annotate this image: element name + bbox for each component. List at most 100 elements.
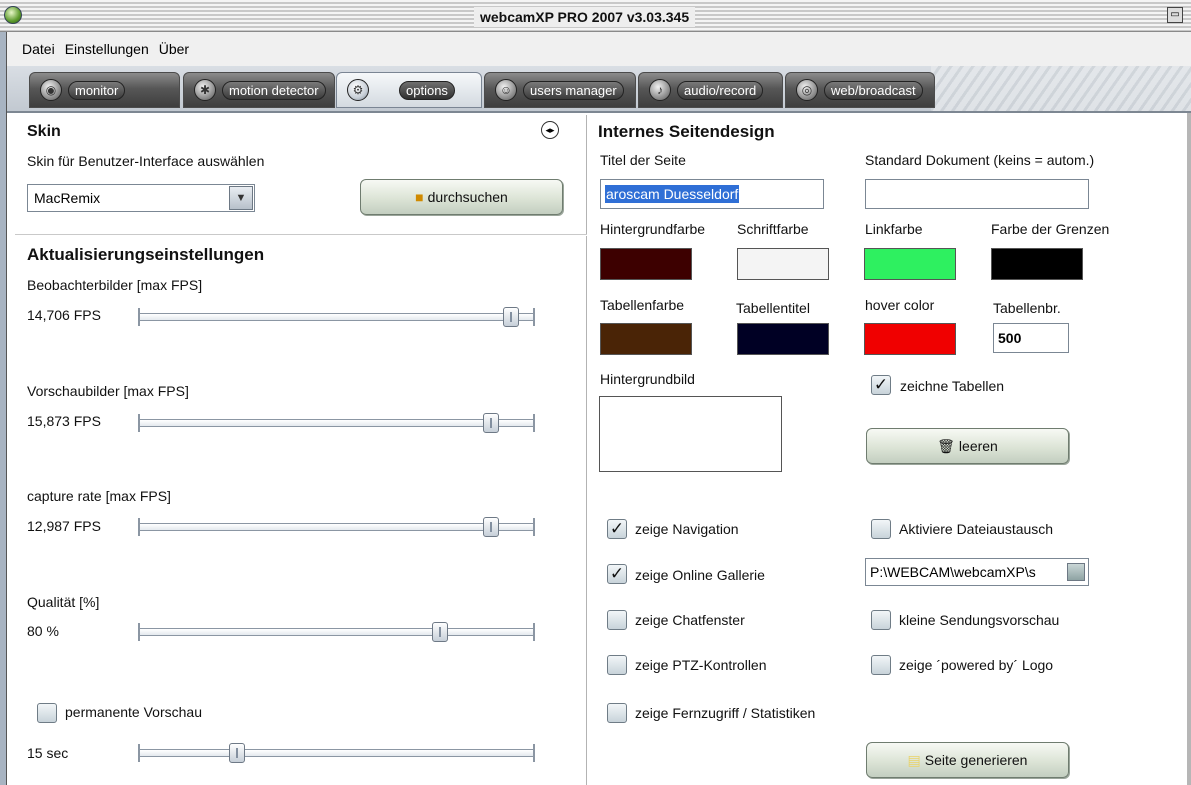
option-label: zeige PTZ-Kontrollen bbox=[635, 657, 767, 673]
color-label: hover color bbox=[865, 297, 935, 313]
table-title-color-swatch[interactable] bbox=[737, 323, 829, 355]
broadcast-icon: ◎ bbox=[796, 79, 818, 101]
right-panel: Internes Seitendesign Titel der Seite ar… bbox=[588, 115, 1188, 785]
show-gallery-checkbox[interactable]: ✓ bbox=[607, 564, 627, 584]
permanent-preview-checkbox[interactable] bbox=[37, 703, 57, 723]
permanent-preview-label: permanente Vorschau bbox=[65, 704, 202, 720]
draw-tables-label: zeichne Tabellen bbox=[900, 378, 1005, 394]
table-width-input[interactable]: 500 bbox=[993, 323, 1069, 353]
table-color-swatch[interactable] bbox=[600, 323, 692, 355]
color-label: Farbe der Grenzen bbox=[991, 221, 1110, 237]
webcam-icon: ◉ bbox=[40, 79, 62, 101]
browse-button[interactable]: ■ durchsuchen bbox=[360, 179, 563, 215]
users-icon: ☺ bbox=[495, 79, 517, 101]
tab-web-broadcast[interactable]: ◎ web/broadcast bbox=[785, 72, 935, 108]
color-label: Tabellenfarbe bbox=[600, 297, 685, 313]
slider-thumb[interactable] bbox=[483, 517, 500, 537]
slider-value: 12,987 FPS bbox=[27, 518, 101, 534]
tab-label: options bbox=[399, 80, 455, 100]
pages-icon: ▤ bbox=[907, 751, 921, 768]
option-label: Aktiviere Dateiaustausch bbox=[899, 521, 1054, 537]
window-title: webcamXP PRO 2007 v3.03.345 bbox=[474, 7, 696, 27]
file-sharing-checkbox[interactable] bbox=[871, 519, 891, 539]
tab-users-manager[interactable]: ☺ users manager bbox=[484, 72, 636, 108]
share-path-input[interactable]: P:\WEBCAM\webcamXP\s bbox=[865, 558, 1089, 586]
tab-label: motion detector bbox=[222, 80, 326, 100]
bg-image-label: Hintergrundbild bbox=[600, 371, 695, 387]
page-title-input[interactable]: aroscam Duesseldorf bbox=[600, 179, 824, 209]
tab-bar: ◉ monitor ✱ motion detector ⚙ options ☺ … bbox=[7, 66, 1191, 113]
slider-label: capture rate [max FPS] bbox=[27, 488, 171, 504]
slider-end bbox=[138, 623, 140, 641]
slider-end bbox=[138, 308, 140, 326]
background-color-swatch[interactable] bbox=[600, 248, 692, 280]
title-bar: webcamXP PRO 2007 v3.03.345 ▭ bbox=[0, 0, 1191, 32]
slider-thumb[interactable] bbox=[503, 307, 520, 327]
menu-ueber[interactable]: Über bbox=[159, 41, 189, 57]
slider-end bbox=[533, 308, 535, 326]
slider-thumb[interactable] bbox=[431, 622, 448, 642]
show-navigation-checkbox[interactable]: ✓ bbox=[607, 519, 627, 539]
default-doc-input[interactable] bbox=[865, 179, 1089, 209]
menu-einstellungen[interactable]: Einstellungen bbox=[65, 41, 149, 57]
folder-icon: ■ bbox=[415, 189, 424, 205]
clear-button[interactable]: 🗑 leeren bbox=[866, 428, 1069, 464]
skin-select[interactable]: MacRemix ▼ bbox=[27, 184, 255, 212]
slider-track bbox=[138, 419, 535, 427]
beobachterbilder-slider[interactable] bbox=[138, 306, 535, 328]
bg-image-preview[interactable] bbox=[599, 396, 782, 472]
vorschaubilder-slider[interactable] bbox=[138, 412, 535, 434]
tab-bar-decoration bbox=[931, 66, 1191, 111]
app-logo-icon[interactable] bbox=[4, 6, 22, 24]
font-color-swatch[interactable] bbox=[737, 248, 829, 280]
bug-icon: ✱ bbox=[194, 79, 216, 101]
update-section-title: Aktualisierungseinstellungen bbox=[27, 245, 265, 264]
divider bbox=[15, 234, 587, 236]
border-color-swatch[interactable] bbox=[991, 248, 1083, 280]
menu-bar: Datei Einstellungen Über bbox=[7, 32, 1191, 66]
slider-track bbox=[138, 523, 535, 531]
preview-interval-slider[interactable] bbox=[138, 742, 535, 764]
slider-end bbox=[138, 518, 140, 536]
trash-icon: 🗑 bbox=[937, 437, 955, 454]
page-title-label: Titel der Seite bbox=[600, 152, 686, 168]
slider-thumb[interactable] bbox=[229, 743, 246, 763]
window-restore-icon[interactable]: ▭ bbox=[1167, 7, 1183, 23]
slider-end bbox=[533, 518, 535, 536]
qualitaet-slider[interactable] bbox=[138, 621, 535, 643]
generate-page-button[interactable]: ▤ Seite generieren bbox=[866, 742, 1069, 778]
default-doc-label: Standard Dokument (keins = autom.) bbox=[865, 152, 1095, 168]
link-color-swatch[interactable] bbox=[864, 248, 956, 280]
small-preview-checkbox[interactable] bbox=[871, 610, 891, 630]
tab-label: monitor bbox=[68, 80, 126, 100]
show-chat-checkbox[interactable] bbox=[607, 610, 627, 630]
speaker-icon: ♪ bbox=[649, 79, 671, 101]
option-label: zeige Navigation bbox=[635, 521, 739, 537]
tab-audio-record[interactable]: ♪ audio/record bbox=[638, 72, 783, 108]
chevron-down-icon[interactable]: ▼ bbox=[229, 186, 253, 210]
collapse-arrows-icon[interactable]: ◂▸ bbox=[541, 121, 559, 139]
show-remote-stats-checkbox[interactable] bbox=[607, 703, 627, 723]
slider-thumb[interactable] bbox=[483, 413, 500, 433]
slider-value: 14,706 FPS bbox=[27, 307, 101, 323]
option-label: zeige Online Gallerie bbox=[635, 567, 765, 583]
powered-by-checkbox[interactable] bbox=[871, 655, 891, 675]
capture-rate-slider[interactable] bbox=[138, 516, 535, 538]
tab-options[interactable]: ⚙ options bbox=[336, 72, 482, 108]
menu-datei[interactable]: Datei bbox=[22, 41, 55, 57]
hover-color-swatch[interactable] bbox=[864, 323, 956, 355]
slider-end bbox=[533, 414, 535, 432]
skin-section-title: Skin bbox=[27, 123, 61, 140]
show-ptz-checkbox[interactable] bbox=[607, 655, 627, 675]
tab-monitor[interactable]: ◉ monitor bbox=[29, 72, 180, 108]
draw-tables-checkbox[interactable]: ✓ bbox=[871, 375, 891, 395]
browse-folder-icon[interactable] bbox=[1067, 563, 1085, 581]
skin-description: Skin für Benutzer-Interface auswählen bbox=[27, 153, 265, 169]
slider-track bbox=[138, 628, 535, 636]
tab-label: web/broadcast bbox=[824, 80, 923, 100]
color-label: Linkfarbe bbox=[865, 221, 923, 237]
skin-selected-value: MacRemix bbox=[34, 190, 101, 206]
tab-motion-detector[interactable]: ✱ motion detector bbox=[183, 72, 335, 108]
preview-interval-value: 15 sec bbox=[27, 745, 69, 761]
slider-end bbox=[533, 623, 535, 641]
